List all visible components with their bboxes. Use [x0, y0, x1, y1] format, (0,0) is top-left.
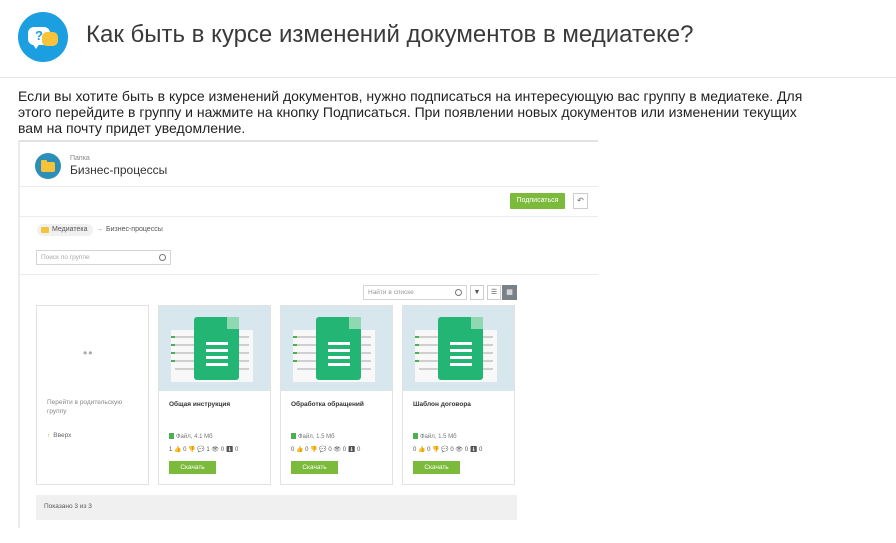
folder-icon	[35, 153, 61, 179]
file-card[interactable]: Шаблон договора Файл, 1.5 Мб 0 👍 0 👎 💬 0…	[402, 305, 515, 485]
file-icon	[169, 433, 174, 439]
faq-chat-icon: ?	[18, 12, 68, 62]
filter-icon[interactable]: ▼	[470, 285, 484, 300]
back-button[interactable]: ↶	[573, 193, 588, 209]
up-link[interactable]: ↑ Вверх	[47, 432, 71, 439]
file-name[interactable]: Общая инструкция	[169, 401, 230, 408]
file-stats: 0 👍 0 👎 💬 0 👁 0 ⬇ 0	[291, 447, 361, 453]
file-meta: Файл, 1.5 Мб	[413, 433, 457, 440]
embedded-screenshot: Папка Бизнес-процессы Подписаться ↶ Меди…	[18, 140, 598, 528]
page-title: Как быть в курсе изменений документов в …	[86, 21, 694, 48]
breadcrumb-current: Бизнес-процессы	[106, 226, 163, 233]
page-header: ? Как быть в курсе изменений документов …	[0, 0, 896, 78]
parent-group-text: Перейти в родительскую группу	[47, 399, 123, 415]
group-search-input[interactable]: Поиск по группе	[36, 250, 171, 265]
pagination-footer: Показано 3 из 3	[36, 495, 517, 520]
download-button[interactable]: Скачать	[291, 461, 338, 474]
grid-view-icon[interactable]: ▦	[502, 285, 517, 300]
document-thumbnail	[159, 306, 270, 391]
file-card[interactable]: Общая инструкция Файл, 4.1 Мб 1 👍 0 👎 💬 …	[158, 305, 271, 485]
parent-group-card[interactable]: •• Перейти в родительскую группу ↑ Вверх	[36, 305, 149, 485]
document-thumbnail	[403, 306, 514, 391]
list-view-icon[interactable]: ☰	[487, 285, 501, 300]
folder-name: Бизнес-процессы	[70, 163, 168, 177]
download-button[interactable]: Скачать	[413, 461, 460, 474]
divider	[20, 186, 598, 187]
arrow-up-icon: ↑	[47, 432, 51, 439]
search-icon[interactable]	[455, 289, 462, 296]
search-icon[interactable]	[159, 254, 166, 261]
file-icon	[291, 433, 296, 439]
file-meta: Файл, 1.5 Мб	[291, 433, 335, 440]
file-card[interactable]: Обработка обращений Файл, 1.5 Мб 0 👍 0 👎…	[280, 305, 393, 485]
breadcrumb-separator: →	[96, 226, 103, 233]
file-meta: Файл, 4.1 Мб	[169, 433, 213, 440]
file-name[interactable]: Обработка обращений	[291, 401, 364, 408]
document-thumbnail	[281, 306, 392, 391]
file-stats: 1 👍 0 👎 💬 1 👁 0 ⬇ 0	[169, 447, 239, 453]
dots-icon: ••	[83, 346, 94, 360]
download-button[interactable]: Скачать	[169, 461, 216, 474]
intro-paragraph: Если вы хотите быть в курсе изменений до…	[18, 88, 803, 136]
items-shown-count: Показано 3 из 3	[44, 503, 92, 510]
file-stats: 0 👍 0 👎 💬 0 👁 0 ⬇ 0	[413, 447, 483, 453]
file-icon	[413, 433, 418, 439]
file-name[interactable]: Шаблон договора	[413, 401, 471, 408]
breadcrumb-home[interactable]: Медиатека	[37, 224, 93, 236]
folder-kind-label: Папка	[70, 155, 90, 162]
subscribe-button[interactable]: Подписаться	[510, 193, 565, 209]
folder-icon	[41, 227, 49, 233]
divider	[20, 216, 598, 217]
divider	[20, 274, 598, 275]
list-search-input[interactable]: Найти в списке	[363, 285, 467, 300]
